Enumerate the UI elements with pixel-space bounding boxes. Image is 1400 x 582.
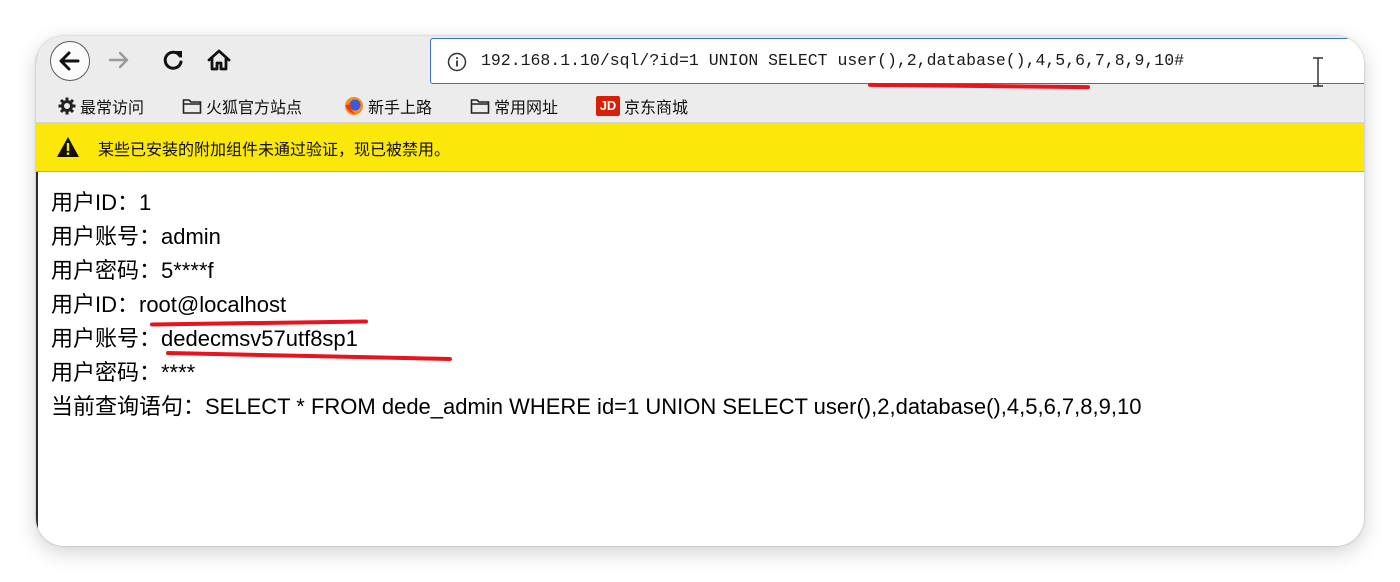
arrow-left-icon xyxy=(59,51,80,71)
warning-message: 某些已安装的附加组件未通过验证，现已被禁用。 xyxy=(98,140,451,159)
bookmark-getting-started[interactable]: 新手上路 xyxy=(344,95,432,117)
result-user-id: 用户ID：root@localhost xyxy=(51,292,287,317)
bookmark-firefox-site[interactable]: 火狐官方站点 xyxy=(182,95,302,117)
addon-warning-bar: 某些已安装的附加组件未通过验证，现已被禁用。 xyxy=(36,123,1364,172)
current-query: 当前查询语句：SELECT * FROM dede_admin WHERE id… xyxy=(51,394,1142,419)
gear-icon xyxy=(58,97,76,115)
result-user-password: 用户密码：**** xyxy=(51,360,196,385)
bookmark-label: 常用网址 xyxy=(494,98,559,117)
bookmark-label: 火狐官方站点 xyxy=(206,98,303,117)
result-user-account: 用户账号：dedecmsv57utf8sp1 xyxy=(51,326,358,351)
firefox-icon xyxy=(345,97,363,115)
warning-icon xyxy=(57,137,79,157)
folder-icon xyxy=(470,99,490,114)
bookmark-label: 最常访问 xyxy=(80,98,145,117)
result-user-account: 用户账号：admin xyxy=(51,224,221,249)
text-cursor-icon xyxy=(1313,57,1323,87)
bookmarks-toolbar: 最常访问 火狐官方站点 新手上路 常用网址 JD 京东商城 xyxy=(36,88,1364,123)
home-button[interactable] xyxy=(206,47,232,73)
bookmark-most-visited[interactable]: 最常访问 xyxy=(58,95,144,117)
result-user-password: 用户密码：5****f xyxy=(51,258,214,283)
info-icon[interactable] xyxy=(447,52,467,72)
bookmark-common-sites[interactable]: 常用网址 xyxy=(470,95,558,117)
home-icon xyxy=(207,49,231,71)
page-content: 用户ID：1 用户账号：admin 用户密码：5****f 用户ID：root@… xyxy=(36,172,1364,546)
arrow-right-icon xyxy=(108,51,129,69)
bookmark-label: 新手上路 xyxy=(368,98,433,117)
reload-button[interactable] xyxy=(160,47,186,73)
forward-button[interactable] xyxy=(106,47,132,73)
reload-icon xyxy=(163,50,183,70)
back-button[interactable] xyxy=(50,41,90,81)
bookmark-label: 京东商城 xyxy=(624,98,689,117)
result-user-id: 用户ID：1 xyxy=(51,190,152,215)
jd-icon: JD xyxy=(596,96,620,116)
navigation-toolbar: 192.168.1.10/sql/?id=1 UNION SELECT user… xyxy=(36,36,1364,88)
url-text[interactable]: 192.168.1.10/sql/?id=1 UNION SELECT user… xyxy=(481,51,1184,70)
browser-window: 192.168.1.10/sql/?id=1 UNION SELECT user… xyxy=(36,36,1364,546)
address-bar[interactable]: 192.168.1.10/sql/?id=1 UNION SELECT user… xyxy=(430,38,1364,87)
bookmark-jd[interactable]: JD 京东商城 xyxy=(596,95,688,117)
folder-icon xyxy=(182,99,202,114)
